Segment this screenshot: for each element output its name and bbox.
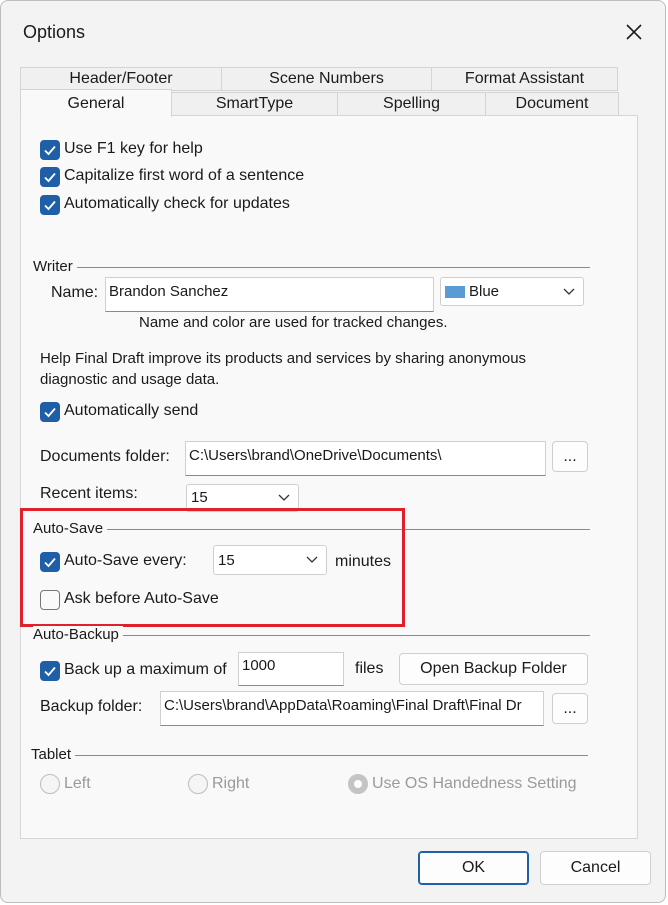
writer-group-title: Writer: [33, 258, 77, 275]
recent-items-value: 15: [191, 489, 208, 506]
cancel-label: Cancel: [570, 859, 621, 876]
tablet-os-radio[interactable]: [348, 774, 368, 794]
tablet-group-line: [31, 755, 588, 756]
tab-spelling[interactable]: Spelling: [337, 92, 486, 116]
tab-label: General: [67, 95, 125, 112]
window-title: Options: [23, 22, 86, 42]
tab-label: Format Assistant: [464, 70, 585, 87]
diagnostics-text-1: Help Final Draft improve its products an…: [40, 350, 527, 367]
chevron-down-icon: [563, 278, 575, 305]
color-select[interactable]: Blue: [440, 277, 584, 306]
files-label: files: [355, 660, 384, 677]
tab-format-assistant[interactable]: Format Assistant: [431, 67, 618, 91]
color-swatch: [445, 286, 465, 298]
color-value: Blue: [469, 283, 500, 300]
general-panel: [20, 115, 638, 839]
open-backup-folder-button[interactable]: Open Backup Folder: [399, 653, 588, 685]
backup-browse-button[interactable]: ...: [552, 693, 588, 724]
tablet-group-title: Tablet: [31, 746, 76, 763]
checkmark-icon: [44, 145, 56, 156]
open-backup-folder-label: Open Backup Folder: [420, 660, 567, 677]
auto-send-checkbox[interactable]: [40, 402, 60, 422]
capitalize-checkbox[interactable]: [40, 167, 60, 187]
tablet-right-radio[interactable]: [188, 774, 208, 794]
name-label: Name:: [51, 284, 99, 301]
name-value: Brandon Sanchez: [109, 283, 229, 300]
tablet-left-label: Left: [64, 775, 91, 792]
tablet-os-label: Use OS Handedness Setting: [372, 775, 577, 792]
tab-label: Spelling: [383, 95, 440, 112]
capitalize-label: Capitalize first word of a sentence: [64, 167, 305, 184]
backup-max-label: Back up a maximum of: [64, 661, 227, 678]
tab-scene-numbers[interactable]: Scene Numbers: [221, 67, 432, 91]
close-button[interactable]: [617, 15, 651, 49]
auto-send-label: Automatically send: [64, 402, 199, 419]
backup-folder-label: Backup folder:: [40, 698, 143, 715]
recent-items-label: Recent items:: [40, 485, 138, 502]
writer-group-line: [33, 267, 590, 268]
browse-label: ...: [563, 699, 577, 717]
browse-label: ...: [563, 447, 577, 465]
use-f1-checkbox[interactable]: [40, 140, 60, 160]
cancel-button[interactable]: Cancel: [540, 851, 651, 885]
use-f1-label: Use F1 key for help: [64, 140, 203, 157]
options-dialog: Options Header/Footer Scene Numbers Form…: [0, 0, 666, 903]
tab-label: Document: [515, 95, 589, 112]
ok-label: OK: [461, 859, 486, 876]
tab-document[interactable]: Document: [485, 92, 619, 116]
backup-max-value: 1000: [242, 657, 276, 674]
documents-browse-button[interactable]: ...: [552, 441, 588, 472]
documents-folder-field[interactable]: C:\Users\brand\OneDrive\Documents\: [185, 441, 546, 476]
tablet-left-radio[interactable]: [40, 774, 60, 794]
checkmark-icon: [44, 666, 56, 677]
backup-max-checkbox[interactable]: [40, 661, 60, 681]
title-bar: Options: [1, 1, 667, 61]
writer-hint: Name and color are used for tracked chan…: [139, 314, 448, 331]
tab-label: Header/Footer: [69, 70, 173, 87]
autobackup-group-title: Auto-Backup: [33, 626, 123, 643]
backup-max-field[interactable]: 1000: [238, 652, 344, 686]
diagnostics-text-2: diagnostic and usage data.: [40, 371, 220, 388]
tab-header-footer[interactable]: Header/Footer: [20, 67, 222, 91]
checkmark-icon: [44, 407, 56, 418]
check-updates-checkbox[interactable]: [40, 195, 60, 215]
documents-folder-label: Documents folder:: [40, 448, 170, 465]
close-icon: [626, 24, 642, 40]
name-field[interactable]: Brandon Sanchez: [105, 277, 434, 312]
tablet-right-label: Right: [212, 775, 250, 792]
tab-label: SmartType: [215, 95, 294, 112]
documents-folder-value: C:\Users\brand\OneDrive\Documents\: [189, 447, 442, 464]
backup-folder-field[interactable]: C:\Users\brand\AppData\Roaming\Final Dra…: [160, 691, 544, 726]
autosave-highlight-box: [20, 508, 405, 627]
checkmark-icon: [44, 172, 56, 183]
ok-button[interactable]: OK: [418, 851, 529, 885]
backup-folder-value: C:\Users\brand\AppData\Roaming\Final Dra…: [164, 697, 522, 714]
checkmark-icon: [44, 200, 56, 211]
check-updates-label: Automatically check for updates: [64, 195, 290, 212]
tab-general[interactable]: General: [20, 89, 172, 117]
tab-smarttype[interactable]: SmartType: [171, 92, 338, 116]
tab-label: Scene Numbers: [269, 70, 384, 87]
